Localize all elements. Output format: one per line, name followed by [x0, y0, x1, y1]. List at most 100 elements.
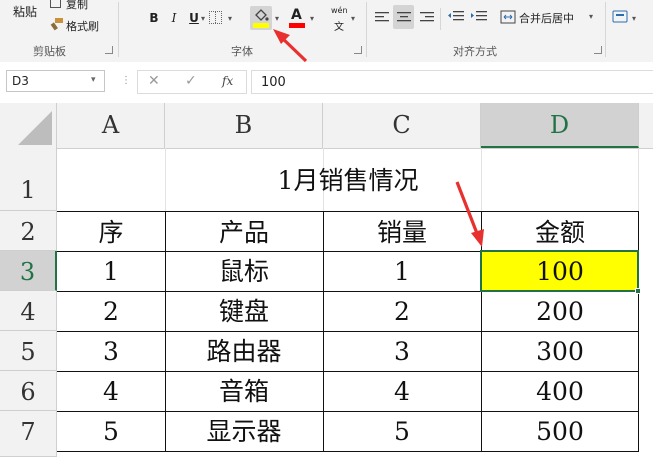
copy-button[interactable]: 复制 [50, 0, 110, 12]
column-header-b[interactable]: B [165, 103, 323, 148]
cell-b4[interactable]: 键盘 [165, 291, 323, 331]
cancel-icon[interactable]: ✕ [148, 73, 160, 89]
cell-b5[interactable]: 路由器 [165, 331, 323, 371]
font-launcher-icon[interactable] [354, 46, 362, 54]
number-format-dropdown-icon[interactable]: ▾ [632, 14, 636, 23]
row-header-1[interactable]: 1 [0, 148, 57, 211]
formula-input[interactable]: 100 [251, 70, 653, 94]
copy-icon [50, 0, 61, 8]
cell-c4[interactable]: 2 [323, 291, 481, 331]
formula-bar: D3 ▾ ⋮ ✕ ✓ fx 100 [0, 62, 653, 103]
font-color-glyph: A [291, 7, 302, 23]
cell-a3[interactable]: 1 [57, 251, 165, 291]
number-format-icon[interactable] [612, 9, 630, 25]
format-painter-button[interactable]: 格式刷 [50, 16, 110, 34]
align-center-button[interactable] [393, 5, 414, 29]
group-separator [605, 2, 606, 57]
borders-button[interactable] [209, 11, 222, 24]
borders-dropdown-icon[interactable]: ▾ [228, 14, 232, 23]
row-header-3[interactable]: 3 [0, 251, 57, 291]
name-box-dropdown-icon[interactable]: ▾ [91, 75, 96, 85]
phonetic-glyph: wén [331, 6, 348, 15]
cell-d5[interactable]: 300 [481, 331, 639, 371]
merge-center-label: 合并后居中 [519, 12, 574, 25]
font-color-swatch [289, 23, 305, 28]
insert-function-icon[interactable]: fx [222, 74, 233, 88]
format-painter-icon [50, 18, 63, 31]
formula-input-value: 100 [261, 75, 286, 90]
formula-buttons: ✕ ✓ fx [137, 70, 247, 94]
increase-indent-icon[interactable] [470, 10, 488, 24]
cell-a4[interactable]: 2 [57, 291, 165, 331]
formula-bar-divider-icon: ⋮ [121, 75, 131, 86]
row-header-7[interactable]: 7 [0, 411, 57, 457]
italic-button[interactable]: I [166, 10, 182, 26]
column-header-a[interactable]: A [57, 103, 165, 148]
active-cell-border [480, 250, 639, 292]
cell-a7[interactable]: 5 [57, 411, 165, 451]
underline-button[interactable]: U [186, 10, 202, 26]
font-color-button[interactable]: A [287, 6, 307, 30]
paint-bucket-icon [255, 9, 269, 21]
cell-b6[interactable]: 音箱 [165, 371, 323, 411]
column-header-d[interactable]: D [481, 103, 639, 148]
fill-handle[interactable] [635, 288, 641, 294]
cell-d7[interactable]: 500 [481, 411, 639, 451]
align-right-icon[interactable] [419, 10, 435, 24]
phonetic-button[interactable]: wén 文 [331, 6, 351, 33]
table-border [57, 451, 639, 452]
row-header-5[interactable]: 5 [0, 331, 57, 371]
paste-button[interactable]: 粘贴 [4, 0, 42, 30]
group-font-label: 字体 [231, 45, 253, 58]
merge-center-button[interactable]: 合并后居中 ▾ [500, 8, 600, 28]
sheet-title[interactable]: 1月销售情况 [57, 148, 639, 211]
align-center-icon [397, 12, 411, 22]
phonetic-dropdown-icon[interactable]: ▾ [351, 14, 355, 23]
underline-dropdown-icon[interactable]: ▾ [201, 14, 205, 23]
fill-color-button[interactable] [250, 6, 272, 30]
row-header-2[interactable]: 2 [0, 211, 57, 251]
group-separator [118, 2, 119, 57]
borders-icon [215, 12, 217, 23]
group-alignment-label: 对齐方式 [453, 45, 497, 58]
group-separator [366, 2, 367, 57]
alignment-launcher-icon[interactable] [594, 46, 602, 54]
name-box-value: D3 [12, 74, 29, 88]
phonetic-icon: 文 [334, 22, 344, 33]
name-box[interactable]: D3 ▾ [6, 70, 105, 92]
cell-c5[interactable]: 3 [323, 331, 481, 371]
cell-c6[interactable]: 4 [323, 371, 481, 411]
cell-d4[interactable]: 200 [481, 291, 639, 331]
cell-c7[interactable]: 5 [323, 411, 481, 451]
cell-c3[interactable]: 1 [323, 251, 481, 291]
merge-dropdown-icon[interactable]: ▾ [589, 12, 593, 21]
row-header-6[interactable]: 6 [0, 371, 57, 411]
cell-d6[interactable]: 400 [481, 371, 639, 411]
merge-cells-icon [500, 10, 516, 24]
fill-color-dropdown-icon[interactable]: ▾ [275, 14, 279, 23]
select-all-triangle-icon [18, 111, 52, 145]
enter-icon[interactable]: ✓ [185, 73, 197, 89]
header-cell-seq[interactable]: 序 [57, 211, 165, 251]
group-clipboard-label: 剪贴板 [33, 45, 66, 58]
cell-a5[interactable]: 3 [57, 331, 165, 371]
cell-a6[interactable]: 4 [57, 371, 165, 411]
font-color-dropdown-icon[interactable]: ▾ [310, 14, 314, 23]
column-header-c[interactable]: C [323, 103, 481, 148]
bold-button[interactable]: B [146, 10, 162, 26]
fill-color-swatch [253, 23, 269, 28]
cell-b7[interactable]: 显示器 [165, 411, 323, 451]
align-left-icon[interactable] [374, 10, 390, 24]
row-header-4[interactable]: 4 [0, 291, 57, 331]
header-cell-quantity[interactable]: 销量 [323, 211, 481, 251]
select-all-corner[interactable] [0, 103, 57, 148]
decrease-indent-icon[interactable] [447, 10, 465, 24]
clipboard-launcher-icon[interactable] [105, 46, 113, 54]
paste-label: 粘贴 [13, 5, 38, 19]
format-painter-label: 格式刷 [66, 20, 99, 33]
header-cell-product[interactable]: 产品 [165, 211, 323, 251]
group-separator [440, 8, 441, 30]
copy-label: 复制 [66, 0, 88, 11]
header-cell-amount[interactable]: 金额 [481, 211, 639, 251]
cell-b3[interactable]: 鼠标 [165, 251, 323, 291]
